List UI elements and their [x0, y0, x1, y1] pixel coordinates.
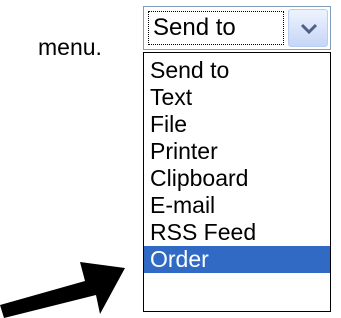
arrow-icon: [0, 262, 125, 318]
